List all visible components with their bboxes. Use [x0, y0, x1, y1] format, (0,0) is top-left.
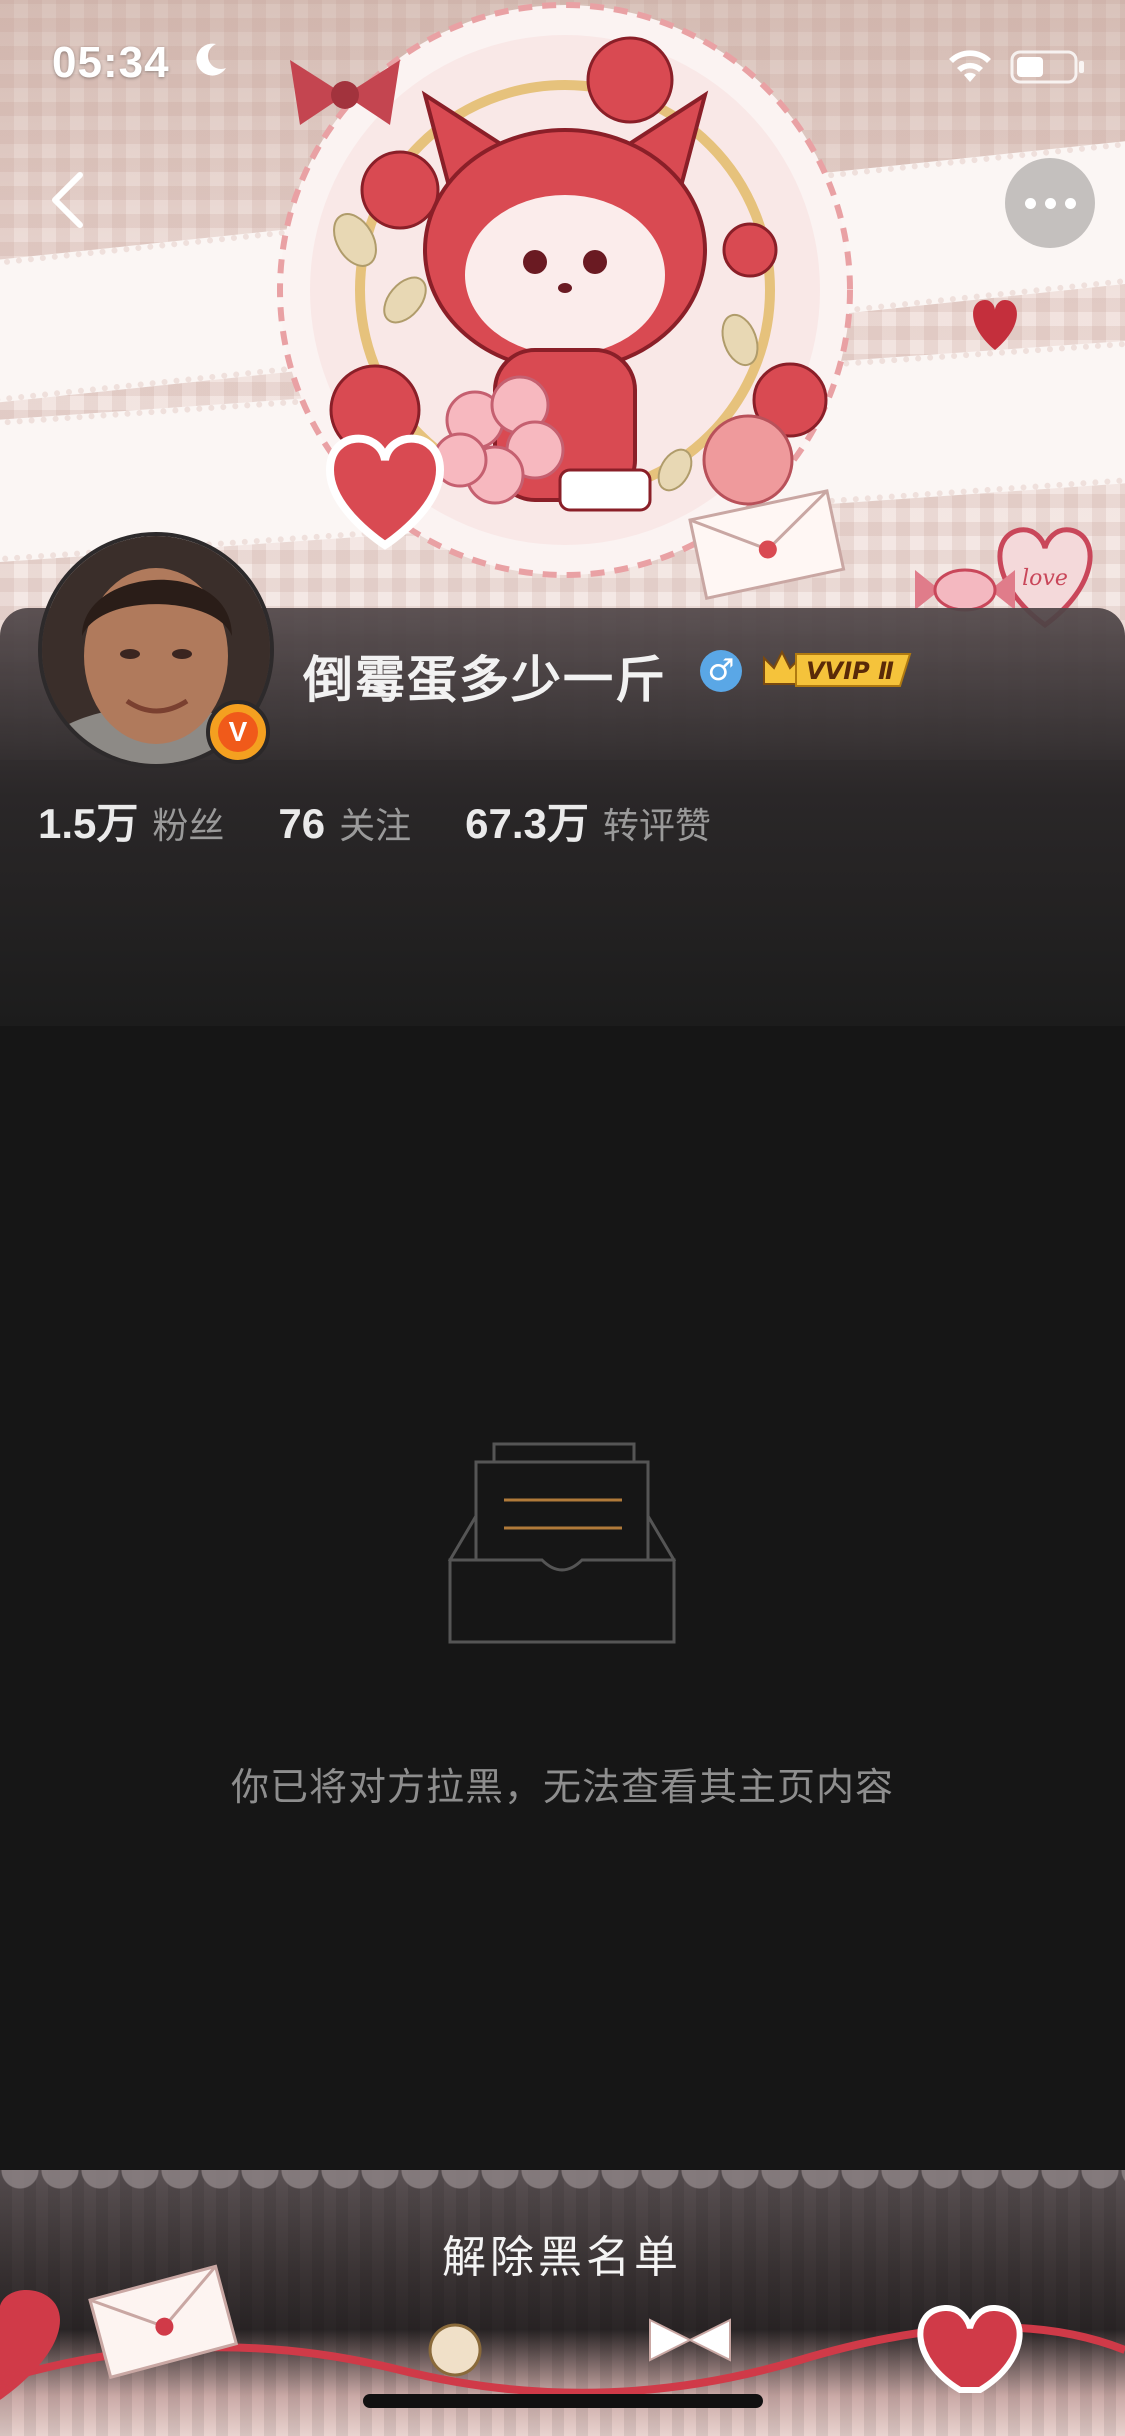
stat-value: 67.3万 — [465, 800, 589, 847]
gender-male-icon: ♂ — [700, 650, 742, 692]
stat-reposts-likes[interactable]: 67.3万 转评赞 — [465, 790, 711, 851]
back-button[interactable] — [30, 160, 110, 240]
stat-value: 1.5万 — [38, 800, 139, 847]
status-time: 05:34 — [52, 38, 170, 87]
more-dots-icon — [1024, 197, 1036, 209]
verified-v-icon: V — [218, 712, 258, 752]
vip-label: VVIP Ⅱ — [806, 657, 894, 685]
wifi-icon — [949, 50, 991, 82]
moon-icon — [196, 43, 226, 76]
stat-followers[interactable]: 1.5万 粉丝 — [38, 790, 224, 851]
home-indicator — [363, 2394, 763, 2408]
more-button[interactable] — [1005, 158, 1095, 248]
stat-label: 转评赞 — [602, 806, 711, 847]
bottom-lace-trim — [0, 2170, 1125, 2210]
heart-decoration — [973, 300, 1017, 350]
vip-badge[interactable]: VVIP Ⅱ — [760, 646, 918, 692]
verified-badge: V — [206, 700, 270, 764]
status-bar: 05:34 — [0, 0, 1125, 132]
stat-value: 76 — [278, 800, 326, 847]
stat-following[interactable]: 76 关注 — [278, 797, 411, 849]
chevron-left-icon — [52, 172, 83, 228]
unblock-button[interactable]: 解除黑名单 — [262, 2210, 862, 2306]
username: 倒霉蛋多少一斤 — [303, 651, 667, 709]
empty-inbox-icon — [447, 1442, 677, 1644]
battery-icon — [1010, 50, 1084, 84]
profile-stats: 1.5万 粉丝 76 关注 67.3万 转评赞 — [38, 790, 765, 850]
stat-label: 粉丝 — [152, 806, 225, 847]
svg-text:love: love — [1022, 566, 1068, 591]
blocked-message: 你已将对方拉黑，无法查看其主页内容 — [230, 1765, 894, 1809]
stat-label: 关注 — [339, 806, 412, 847]
